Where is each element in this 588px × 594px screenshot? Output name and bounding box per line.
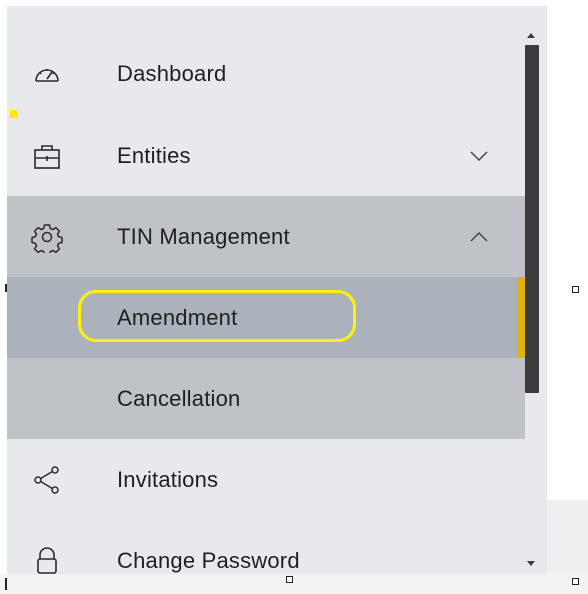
- frame-tick: [5, 578, 7, 590]
- sidebar-item-label: Invitations: [117, 466, 219, 492]
- briefcase-icon: [34, 144, 60, 169]
- gear-icon: [31, 223, 63, 253]
- scroll-up-arrow-icon[interactable]: [527, 33, 535, 38]
- sidebar-item-label: TIN Management: [117, 223, 290, 249]
- scroll-down-arrow-icon[interactable]: [527, 561, 535, 566]
- speedometer-icon: [35, 68, 59, 82]
- content-area: [547, 6, 588, 574]
- sidebar-item-entities[interactable]: Entities: [7, 115, 525, 196]
- resize-handle[interactable]: [572, 286, 579, 293]
- frame-tick: [5, 284, 7, 292]
- bottom-strip: [0, 574, 588, 594]
- sidebar-item-label: Change Password: [117, 547, 300, 573]
- resize-handle[interactable]: [572, 578, 579, 585]
- sidebar-item-label: Dashboard: [117, 60, 227, 86]
- active-indicator: [517, 277, 525, 357]
- sidebar-item-dashboard[interactable]: Dashboard: [7, 33, 525, 114]
- lock-icon: [37, 546, 57, 574]
- chevron-down-icon[interactable]: [467, 148, 491, 164]
- sidebar-item-change-password[interactable]: Change Password: [7, 520, 525, 574]
- sidebar-subitem-label: Cancellation: [117, 385, 241, 411]
- resize-handle[interactable]: [286, 576, 293, 583]
- content-footer-area: [547, 500, 588, 574]
- share-icon: [34, 465, 59, 494]
- scrollbar-thumb[interactable]: [525, 45, 539, 393]
- sidebar-item-tin-management[interactable]: TIN Management: [7, 196, 525, 277]
- chevron-up-icon[interactable]: [467, 229, 491, 245]
- sidebar-item-label: Entities: [117, 142, 191, 168]
- highlight-annotation: [78, 290, 356, 342]
- sidebar-item-invitations[interactable]: Invitations: [7, 439, 525, 520]
- annotation-dot: [10, 110, 18, 118]
- sidebar-subitem-cancellation[interactable]: Cancellation: [7, 358, 525, 439]
